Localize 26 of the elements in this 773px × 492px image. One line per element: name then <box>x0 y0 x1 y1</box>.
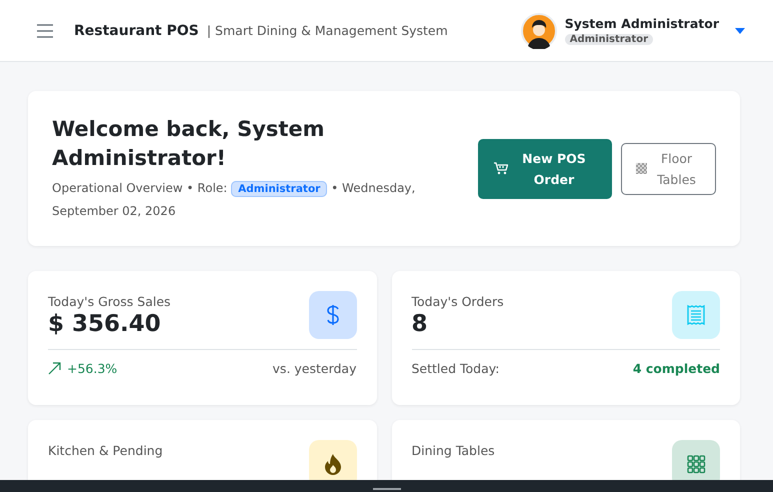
app-tagline: | Smart Dining & Management System <box>206 23 448 38</box>
stat-title: Today's Orders <box>412 294 504 309</box>
role-badge: Administrator <box>564 34 654 45</box>
menu-icon[interactable] <box>36 24 54 38</box>
settled-label: Settled Today: <box>412 361 500 376</box>
floor-tables-button[interactable]: Floor Tables <box>621 142 716 194</box>
completed-count: 4 completed <box>632 361 720 376</box>
drag-handle[interactable] <box>372 488 400 490</box>
user-name: System Administrator <box>564 16 719 31</box>
new-order-button[interactable]: New POS Order <box>478 138 612 198</box>
stat-title: Today's Gross Sales <box>48 294 171 309</box>
caret-icon[interactable] <box>735 28 745 34</box>
app-title: Restaurant POS <box>74 22 199 38</box>
role-badge: Administrator <box>231 181 328 197</box>
grid-icon <box>636 162 648 174</box>
trend-percent: +56.3% <box>48 361 118 376</box>
stat-value: $ 356.40 <box>48 311 162 337</box>
cart-icon <box>494 162 508 175</box>
welcome-heading: Welcome back, System Administrator! <box>52 116 326 172</box>
stat-value: 8 <box>412 311 429 337</box>
stat-title: Dining Tables <box>412 443 495 458</box>
trend-up-icon <box>48 362 61 375</box>
avatar-icon <box>520 12 557 48</box>
comparison-label: vs. yesterday <box>272 361 356 376</box>
stat-title: Kitchen & Pending <box>48 443 163 458</box>
overview-text: Operational Overview • Role: Administrator • Wednesday, September 02, 2026 <box>52 180 416 220</box>
